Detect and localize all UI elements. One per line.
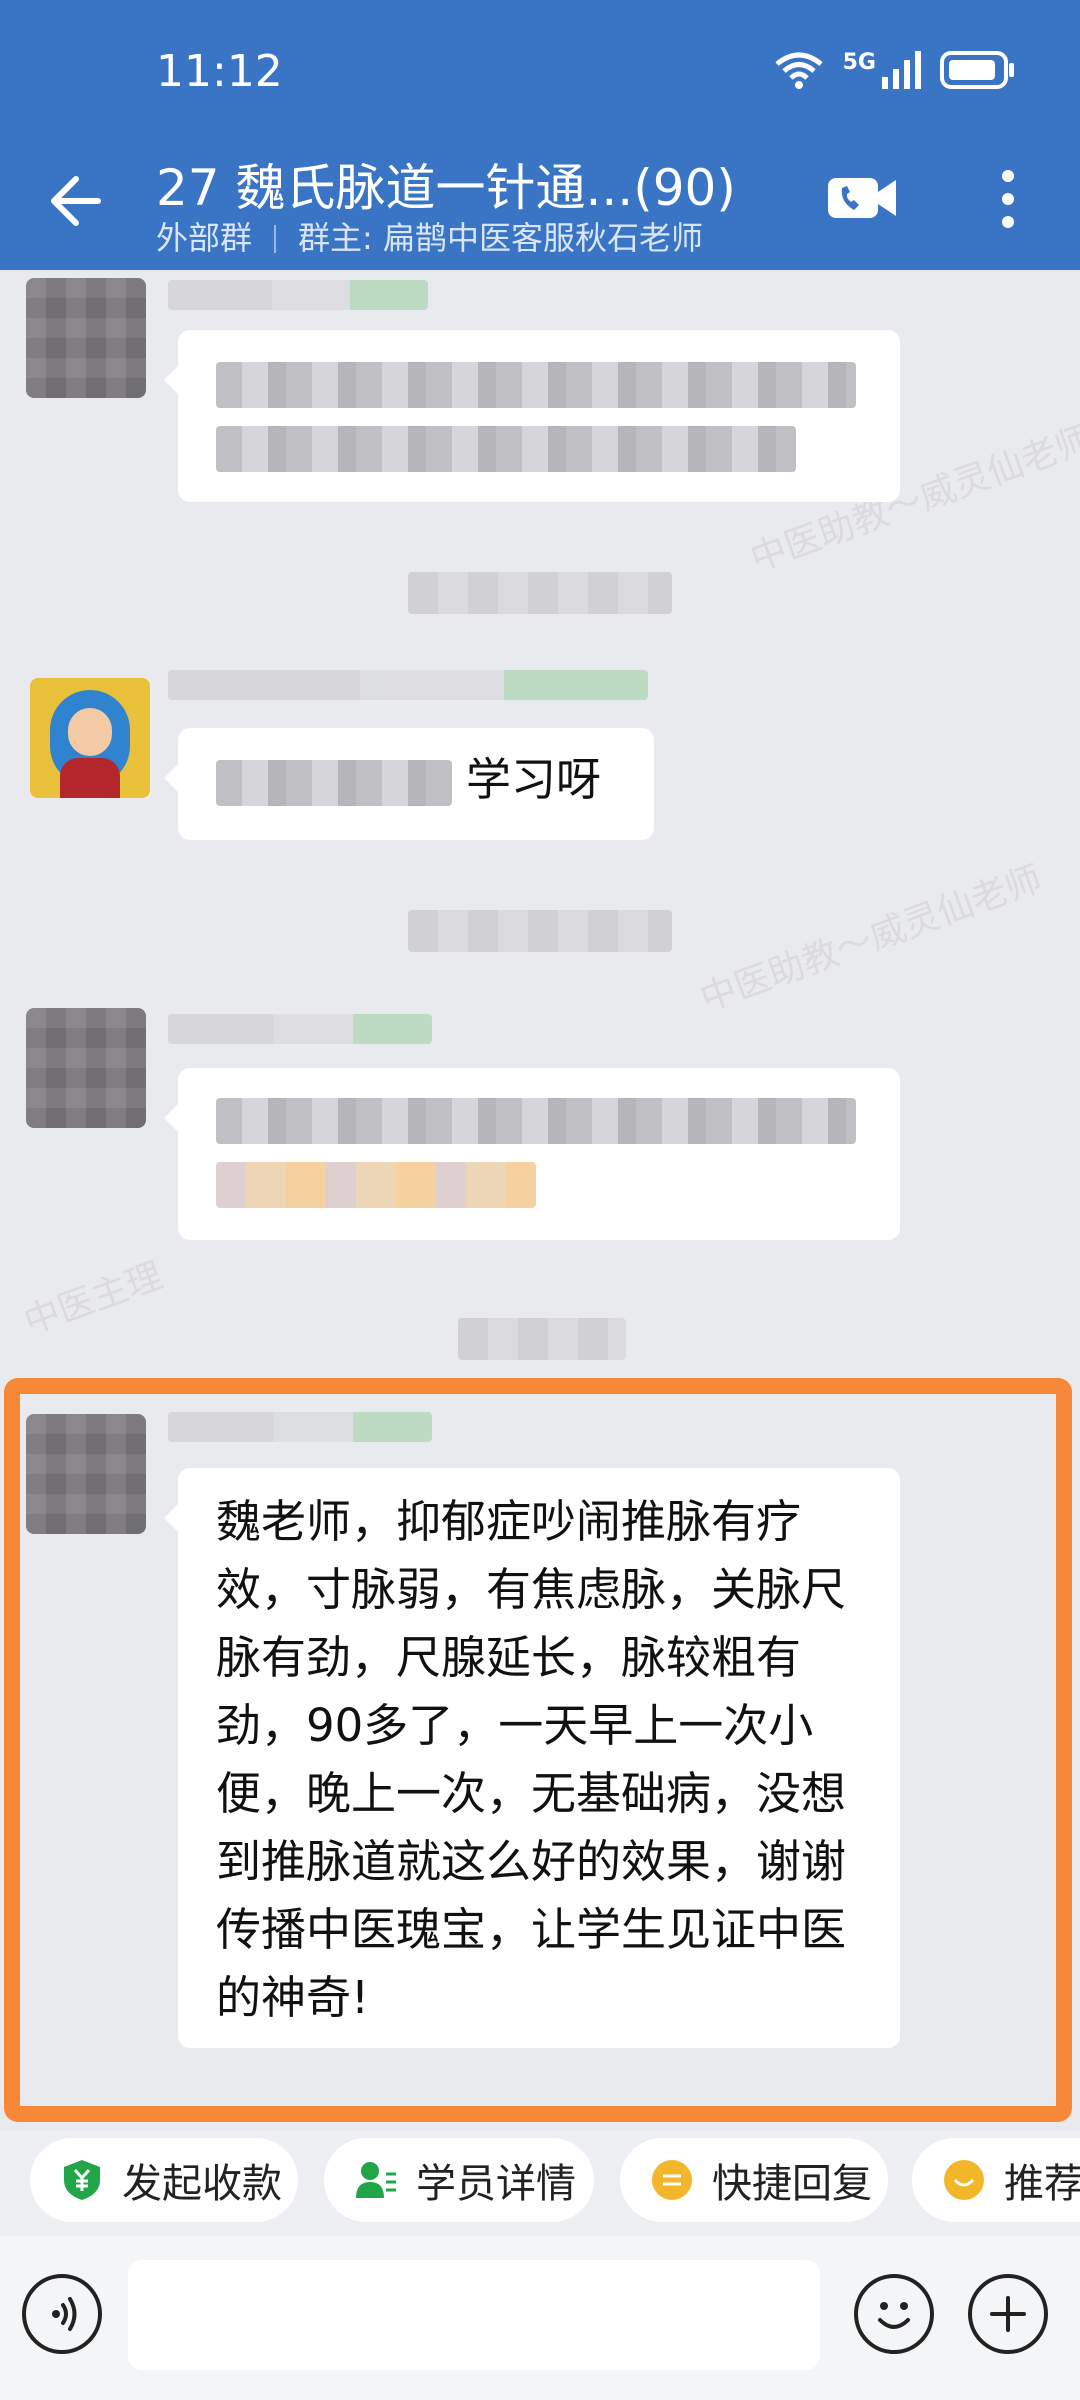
more-options-icon[interactable] bbox=[996, 168, 1020, 230]
plus-icon bbox=[990, 2296, 1026, 2332]
signal-icon bbox=[882, 51, 921, 89]
chat-title[interactable]: 27 魏氏脉道一针通...(90) bbox=[156, 148, 736, 220]
quick-reply-button[interactable]: 快捷回复 bbox=[620, 2138, 888, 2222]
student-details-button[interactable]: 学员详情 bbox=[324, 2138, 594, 2222]
status-icons: 5G bbox=[773, 50, 1016, 90]
group-owner-label: 群主: 扁鹊中医客服秋石老师 bbox=[298, 219, 703, 257]
avatar[interactable] bbox=[26, 1008, 146, 1128]
subtitle-divider bbox=[274, 225, 277, 253]
sender-name bbox=[168, 1014, 432, 1044]
start-payment-button[interactable]: 发起收款 bbox=[30, 2138, 298, 2222]
sender-name bbox=[168, 1412, 432, 1442]
blurred-text bbox=[216, 760, 452, 806]
yuan-shield-icon bbox=[64, 2160, 100, 2200]
battery-icon bbox=[940, 51, 1014, 89]
quick-reply-icon bbox=[652, 2160, 692, 2200]
chat-subtitle: 外部群 群主: 扁鹊中医客服秋石老师 bbox=[156, 213, 703, 259]
blurred-text bbox=[216, 362, 856, 408]
recommend-icon bbox=[944, 2160, 984, 2200]
quick-action-label: 快捷回复 bbox=[712, 2161, 872, 2207]
message-bubble[interactable] bbox=[164, 330, 900, 502]
message-input[interactable] bbox=[128, 2260, 820, 2370]
recommend-button[interactable]: 推荐 bbox=[912, 2138, 1080, 2222]
timestamp bbox=[408, 572, 672, 614]
wifi-icon bbox=[775, 52, 823, 89]
avatar[interactable] bbox=[26, 1414, 146, 1534]
watermark-text: 中医主理 bbox=[18, 1255, 168, 1344]
message-bubble[interactable]: 学习呀 bbox=[164, 728, 654, 840]
status-time: 11:12 bbox=[156, 46, 283, 97]
video-call-icon[interactable] bbox=[826, 172, 898, 224]
message-input-bar bbox=[0, 2236, 1080, 2400]
back-arrow-icon[interactable] bbox=[36, 165, 108, 237]
blurred-text bbox=[216, 426, 796, 472]
quick-action-bar[interactable]: 发起收款 学员详情 快捷回复 推荐 bbox=[0, 2130, 1080, 2236]
timestamp bbox=[408, 910, 672, 952]
watermark-text: 中医助教～威灵仙老师 bbox=[695, 858, 1048, 1021]
voice-icon bbox=[52, 2297, 77, 2331]
user-list-icon bbox=[356, 2162, 396, 2198]
quick-action-label: 推荐 bbox=[1004, 2161, 1080, 2207]
group-type-label: 外部群 bbox=[156, 219, 253, 257]
avatar[interactable] bbox=[30, 678, 150, 798]
message-text: 学习呀 bbox=[466, 753, 602, 806]
message-text: 魏老师，抑郁症吵闹推脉有疗效，寸脉弱，有焦虑脉，关脉尺脉有劲，尺腺延长，脉较粗有… bbox=[216, 1495, 847, 2024]
emoji-icon bbox=[878, 2302, 910, 2329]
message-bubble[interactable] bbox=[164, 1068, 900, 1240]
timestamp bbox=[458, 1318, 626, 1360]
chat-header: 11:12 5G 27 魏氏脉道一针通...(90) 外部群 群主: 扁鹊中医客服… bbox=[0, 0, 1080, 270]
avatar[interactable] bbox=[26, 278, 146, 398]
quick-action-label: 学员详情 bbox=[416, 2161, 576, 2207]
more-actions-button[interactable] bbox=[968, 2274, 1048, 2354]
sender-name bbox=[168, 280, 428, 310]
sender-name bbox=[168, 670, 648, 700]
network-label: 5G bbox=[842, 50, 876, 75]
blurred-text bbox=[216, 1162, 536, 1208]
emoji-button[interactable] bbox=[854, 2274, 934, 2354]
voice-input-button[interactable] bbox=[22, 2274, 102, 2354]
quick-action-label: 发起收款 bbox=[122, 2161, 282, 2207]
blurred-text bbox=[216, 1098, 856, 1144]
